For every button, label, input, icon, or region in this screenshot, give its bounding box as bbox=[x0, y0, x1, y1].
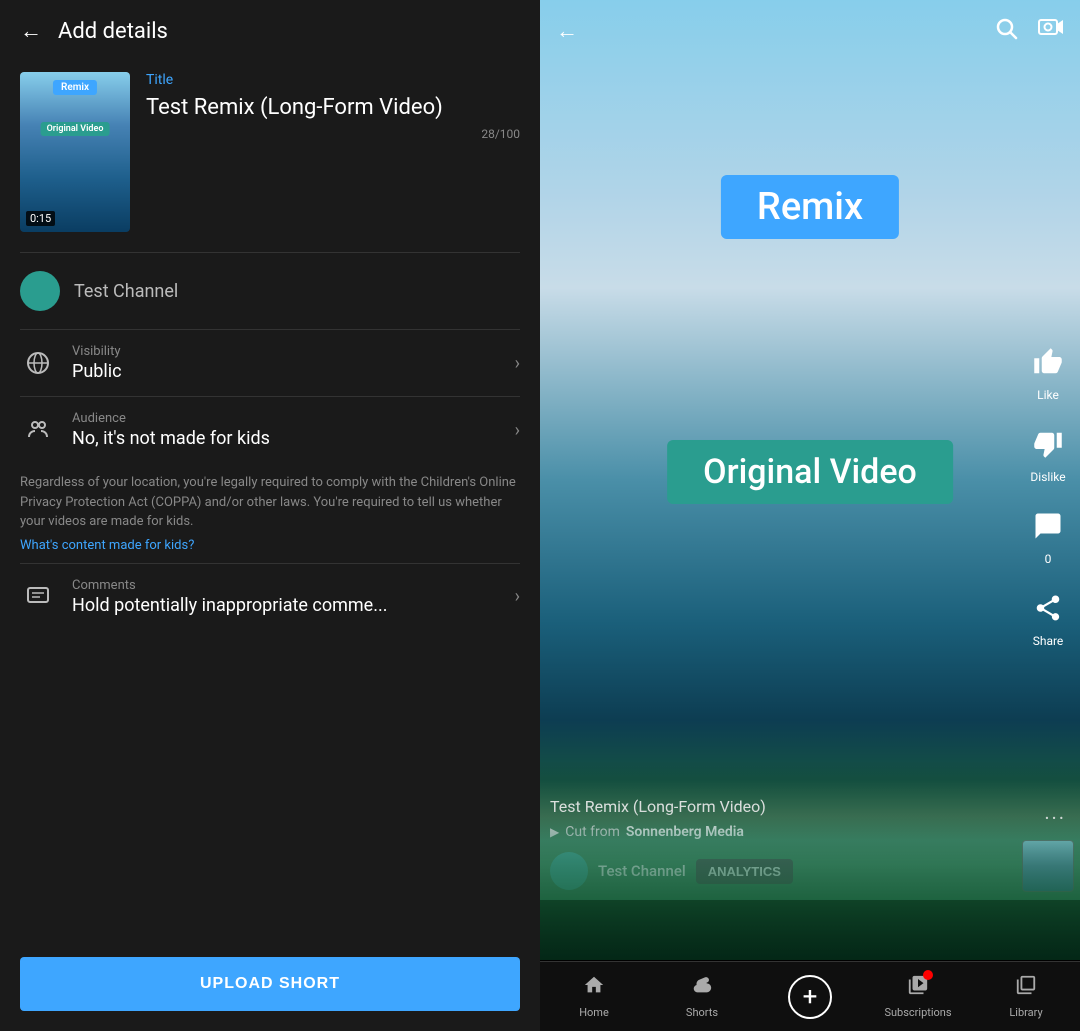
visibility-value: Public bbox=[72, 361, 499, 382]
video-section: Remix Original Video 0:15 Title Test Rem… bbox=[0, 62, 540, 252]
comments-value: Hold potentially inappropriate comme... bbox=[72, 595, 499, 616]
channel-name: Test Channel bbox=[74, 281, 178, 302]
comments-chevron: › bbox=[515, 586, 520, 607]
audience-row[interactable]: Audience No, it's not made for kids › bbox=[0, 397, 540, 463]
channel-row: Test Channel bbox=[0, 253, 540, 329]
bottom-nav: Home Shorts + Subscriptions bbox=[540, 961, 1080, 1031]
upload-btn-container: UPLOAD SHORT bbox=[0, 945, 540, 1031]
right-header-icons bbox=[994, 16, 1064, 46]
title-section: Title Test Remix (Long-Form Video) 28/10… bbox=[146, 72, 520, 141]
add-button[interactable]: + bbox=[788, 975, 832, 1019]
nav-shorts-label: Shorts bbox=[686, 1006, 718, 1019]
nav-subscriptions-label: Subscriptions bbox=[884, 1006, 951, 1019]
remix-overlay: Remix bbox=[721, 175, 899, 239]
coppa-link[interactable]: What's content made for kids? bbox=[0, 538, 540, 553]
upload-short-button[interactable]: UPLOAD SHORT bbox=[20, 957, 520, 1011]
dislike-label: Dislike bbox=[1030, 470, 1065, 484]
left-header: ← Add details bbox=[0, 0, 540, 62]
nav-home[interactable]: Home bbox=[540, 974, 648, 1019]
home-icon bbox=[583, 974, 605, 1002]
left-page-title: Add details bbox=[58, 19, 168, 44]
comments-row[interactable]: Comments Hold potentially inappropriate … bbox=[0, 564, 540, 630]
visibility-row[interactable]: Visibility Public › bbox=[0, 330, 540, 396]
original-video-overlay: Original Video bbox=[667, 440, 953, 504]
add-icon: + bbox=[803, 984, 818, 1010]
nav-home-label: Home bbox=[579, 1006, 609, 1019]
visibility-content: Visibility Public bbox=[72, 344, 499, 382]
audience-value: No, it's not made for kids bbox=[72, 428, 499, 449]
comments-button[interactable]: 0 bbox=[1026, 504, 1070, 566]
nav-library-label: Library bbox=[1009, 1006, 1042, 1019]
duration-badge: 0:15 bbox=[26, 211, 55, 226]
audience-content: Audience No, it's not made for kids bbox=[72, 411, 499, 449]
like-icon bbox=[1026, 340, 1070, 384]
original-video-badge: Original Video bbox=[41, 122, 110, 136]
action-buttons: Like Dislike 0 bbox=[1026, 340, 1070, 648]
visibility-chevron: › bbox=[515, 353, 520, 374]
audience-chevron: › bbox=[515, 420, 520, 441]
subscription-badge bbox=[923, 970, 933, 980]
library-icon bbox=[1015, 974, 1037, 1002]
share-label: Share bbox=[1033, 634, 1064, 648]
remix-badge: Remix bbox=[53, 80, 97, 95]
audience-label: Audience bbox=[72, 411, 499, 426]
char-count: 28/100 bbox=[146, 127, 520, 141]
like-label: Like bbox=[1037, 388, 1059, 402]
video-title-input[interactable]: Test Remix (Long-Form Video) bbox=[146, 94, 520, 123]
left-back-button[interactable]: ← bbox=[20, 18, 42, 44]
visibility-icon bbox=[20, 345, 56, 381]
search-icon[interactable] bbox=[994, 16, 1018, 46]
left-panel: ← Add details Remix Original Video 0:15 … bbox=[0, 0, 540, 1031]
audience-icon bbox=[20, 412, 56, 448]
right-back-button[interactable]: ← bbox=[556, 18, 578, 44]
camera-icon[interactable] bbox=[1038, 16, 1064, 46]
like-button[interactable]: Like bbox=[1026, 340, 1070, 402]
nav-shorts[interactable]: Shorts bbox=[648, 974, 756, 1019]
dislike-button[interactable]: Dislike bbox=[1026, 422, 1070, 484]
channel-avatar bbox=[20, 271, 60, 311]
title-label: Title bbox=[146, 72, 520, 88]
subscriptions-icon bbox=[907, 974, 929, 1002]
comment-icon bbox=[1026, 504, 1070, 548]
ocean-wave bbox=[540, 780, 1080, 900]
comments-icon bbox=[20, 579, 56, 615]
share-button[interactable]: Share bbox=[1026, 586, 1070, 648]
shorts-icon bbox=[691, 974, 713, 1002]
comment-count: 0 bbox=[1045, 552, 1052, 566]
comments-content: Comments Hold potentially inappropriate … bbox=[72, 578, 499, 616]
nav-add[interactable]: + bbox=[756, 975, 864, 1019]
nav-library[interactable]: Library bbox=[972, 974, 1080, 1019]
dislike-icon bbox=[1026, 422, 1070, 466]
video-background: ← Remix Original Video bbox=[540, 0, 1080, 960]
visibility-label: Visibility bbox=[72, 344, 499, 359]
right-header: ← bbox=[540, 0, 1080, 62]
video-thumbnail: Remix Original Video 0:15 bbox=[20, 72, 130, 232]
coppa-text: Regardless of your location, you're lega… bbox=[0, 463, 540, 538]
nav-subscriptions[interactable]: Subscriptions bbox=[864, 974, 972, 1019]
right-panel: ← Remix Original Video bbox=[540, 0, 1080, 1031]
comments-label: Comments bbox=[72, 578, 499, 593]
share-icon bbox=[1026, 586, 1070, 630]
